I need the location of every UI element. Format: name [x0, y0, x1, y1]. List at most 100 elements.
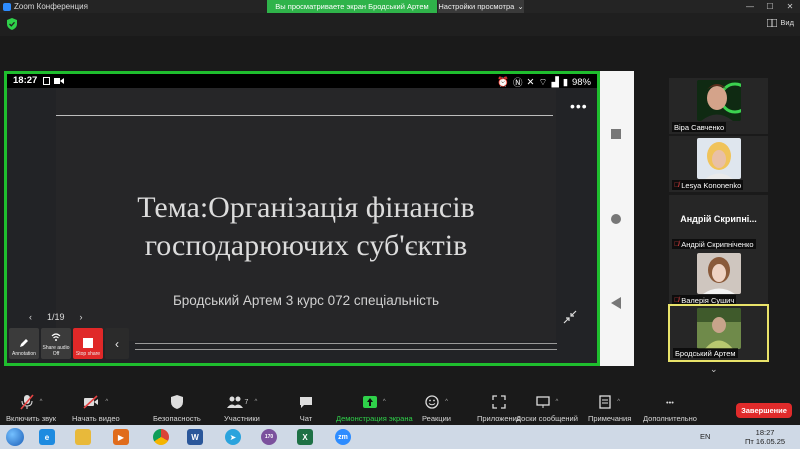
video-off-icon — [83, 395, 99, 409]
taskbar-excel[interactable]: X — [292, 427, 318, 447]
taskbar-ie[interactable]: e — [34, 427, 60, 447]
zoom-logo-icon — [3, 2, 11, 11]
viewing-share-banner: Вы просматриваете экран Бродський Артем — [267, 0, 437, 13]
participant-name: 🎙̸ Lesya Kononenko — [672, 180, 744, 190]
excel-icon: X — [297, 429, 313, 445]
participant-video — [697, 80, 741, 121]
chevron-down-icon[interactable]: ⌄ — [710, 364, 718, 375]
participants-button[interactable]: 7 ^ Участники — [224, 394, 260, 423]
prev-slide-button[interactable]: ‹ — [29, 312, 32, 322]
meeting-infobar: Вид — [0, 13, 800, 36]
sim-icon — [43, 77, 50, 85]
next-slide-button[interactable]: › — [80, 312, 83, 322]
shield-icon[interactable] — [7, 18, 17, 30]
slide-title-line1: Тема:Організація фінансів — [137, 191, 475, 224]
more-options-icon[interactable]: ••• — [570, 98, 588, 114]
more-dots-icon: ••• — [666, 397, 674, 407]
view-settings-button[interactable]: Настройки просмотра ⌄ — [438, 0, 524, 13]
maximize-button[interactable]: ☐ — [760, 0, 780, 13]
app-title: Zoom Конференция — [0, 2, 88, 11]
participant-tile[interactable]: 🎙̸ Валерія Сушич — [669, 251, 768, 307]
back-icon — [611, 297, 621, 309]
whiteboard-icon — [535, 396, 550, 408]
share-tools: Annotation Share audio Off Stop share ‹ — [9, 328, 129, 359]
end-meeting-button[interactable]: Завершение — [736, 403, 792, 418]
zoom-icon: zm — [335, 429, 351, 445]
battery-level: 98% — [571, 76, 591, 88]
taskbar-viber[interactable]: 170 — [256, 427, 282, 447]
participant-tile[interactable]: Віра Савченко — [669, 78, 768, 134]
participant-name: Віра Савченко — [672, 122, 727, 132]
participant-video — [697, 138, 741, 179]
view-button[interactable]: Вид — [767, 18, 794, 27]
unmute-button[interactable]: ^ Включить звук — [6, 394, 56, 423]
participant-tile-active-speaker[interactable]: Бродський Артем — [668, 304, 769, 362]
chat-icon — [300, 397, 312, 408]
mic-off-icon: 🎙̸ — [674, 181, 680, 189]
grid-view-icon — [767, 18, 778, 27]
close-button[interactable]: ✕ — [780, 0, 800, 13]
participant-tile[interactable]: 🎙̸ Lesya Kononenko — [669, 136, 768, 192]
notes-button[interactable]: ^ Примечания — [588, 394, 631, 423]
nfc-icon: Ⓝ — [513, 78, 523, 89]
chat-button[interactable]: Чат — [299, 394, 313, 423]
minimize-button[interactable]: — — [740, 0, 760, 13]
stop-share-button[interactable]: Stop share — [73, 328, 103, 359]
app-title-text: Zoom Конференция — [14, 2, 88, 11]
reactions-button[interactable]: ^ Реакции — [422, 394, 451, 423]
chevron-left-icon: ‹ — [115, 336, 119, 351]
pencil-icon — [20, 339, 28, 347]
collapse-fullscreen-icon[interactable] — [563, 310, 577, 324]
presentation-viewer: Тема:Організація фінансів господарюючих … — [7, 88, 597, 363]
slide-bottom-lines — [135, 343, 557, 355]
annotate-button[interactable]: Annotation — [9, 328, 39, 359]
slide-divider — [56, 115, 553, 116]
mic-off-icon: 🎙̸ — [674, 296, 680, 304]
taskbar-word[interactable]: W — [182, 427, 208, 447]
start-button[interactable] — [6, 428, 24, 446]
participant-video — [697, 253, 741, 294]
notes-icon — [599, 395, 611, 409]
smiley-icon — [425, 395, 439, 409]
apps-icon — [492, 395, 506, 409]
start-video-button[interactable]: ^ Начать видео — [72, 394, 120, 423]
language-indicator[interactable]: EN — [700, 432, 710, 441]
share-screen-icon — [362, 396, 377, 408]
taskbar-zoom[interactable]: zm — [330, 427, 356, 447]
mic-muted-icon — [19, 394, 34, 410]
battery-icon: ▮ — [562, 76, 568, 88]
share-audio-button[interactable]: Share audio Off — [41, 328, 71, 359]
security-button[interactable]: Безопасность — [153, 394, 201, 423]
phone-navigation-bar — [600, 71, 634, 366]
mic-off-icon: 🎙̸ — [674, 240, 680, 248]
taskbar-explorer[interactable] — [70, 427, 96, 447]
taskbar-telegram[interactable]: ➤ — [220, 427, 246, 447]
signal-icon: ▟ — [551, 76, 559, 88]
share-screen-button[interactable]: ^ Демонстрация экрана — [336, 394, 413, 423]
more-button[interactable]: ••• Дополнительно — [643, 394, 697, 424]
participant-tile[interactable]: Андрій Скрипні... 🎙̸ Андрій Скрипніченко — [669, 195, 768, 251]
slide-title-line2: господарюючих суб'єктів — [144, 229, 468, 262]
whiteboards-button[interactable]: ^ Доски сообщений — [516, 394, 578, 423]
apps-button[interactable]: Приложения — [477, 394, 521, 423]
phone-status-bar: 18:27 ⏰ Ⓝ ✕ ⌔ ▟ ▮ 98% — [7, 74, 597, 90]
chevron-down-icon: ⌄ — [517, 2, 524, 11]
system-clock[interactable]: 18:27 Пт 16.05.25 — [745, 428, 785, 446]
participant-name: Бродський Артем — [673, 348, 738, 358]
slide: Тема:Організація фінансів господарюючих … — [56, 88, 556, 341]
home-icon — [611, 214, 621, 224]
participant-display-name: Андрій Скрипні... — [680, 214, 757, 224]
phone-notification-icons — [43, 77, 64, 85]
alarm-icon: ⏰ — [497, 76, 510, 88]
telegram-icon: ➤ — [225, 429, 241, 445]
shared-screen: 18:27 ⏰ Ⓝ ✕ ⌔ ▟ ▮ 98% Тема:Організація ф… — [4, 71, 600, 366]
recent-apps-icon — [611, 129, 621, 139]
stop-icon — [83, 338, 93, 348]
slide-title: Тема:Організація фінансів господарюючих … — [56, 189, 556, 265]
taskbar-chrome[interactable] — [148, 427, 174, 447]
collapse-tools-button[interactable]: ‹ — [105, 328, 129, 359]
phone-status-right: ⏰ Ⓝ ✕ ⌔ ▟ ▮ 98% — [497, 75, 591, 90]
phone-time: 18:27 — [13, 75, 38, 86]
window-controls: — ☐ ✕ — [740, 0, 800, 13]
taskbar-media[interactable]: ▶ — [108, 427, 134, 447]
